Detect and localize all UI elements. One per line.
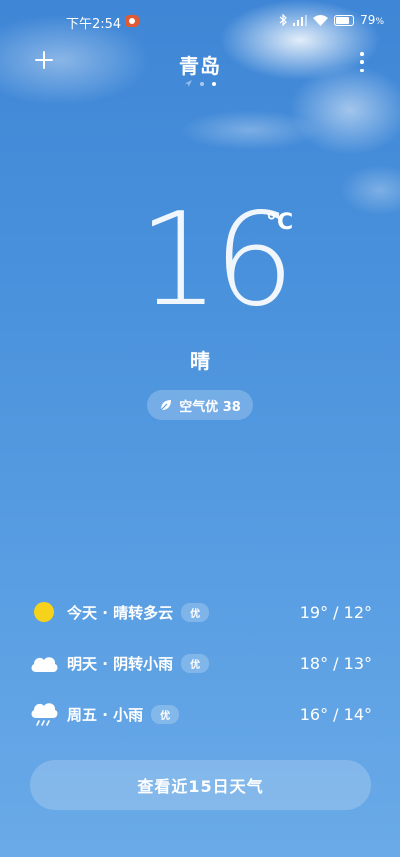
battery-percent: 79% <box>360 13 384 27</box>
cloud-icon <box>30 649 58 677</box>
signal-icon <box>293 14 308 26</box>
more-dot <box>360 52 364 56</box>
page-dot-active <box>211 81 216 86</box>
forecast-label: 今天 · 晴转多云 <box>67 603 174 622</box>
forecast-temp: 18° / 13° <box>299 653 372 673</box>
page-indicator <box>0 80 400 87</box>
current-condition: 晴 <box>190 349 210 373</box>
more-dot <box>360 68 364 72</box>
air-quality-badge[interactable]: 空气优 38 <box>147 390 253 420</box>
status-icons: 79% <box>279 13 384 27</box>
leaf-icon <box>160 400 172 411</box>
forecast-row-tomorrow[interactable]: 明天 · 阴转小雨 优 18° / 13° <box>30 645 372 681</box>
forecast-row-friday[interactable]: 周五 · 小雨 优 16° / 14° <box>30 696 372 732</box>
wifi-icon <box>313 14 329 26</box>
status-bar: 下午2:54 79% <box>0 0 400 44</box>
forecast-label: 周五 · 小雨 <box>67 705 144 724</box>
rain-cloud-icon <box>30 700 58 728</box>
page-dot <box>199 81 204 86</box>
forecast-aqi-badge: 优 <box>181 602 210 622</box>
air-quality-label: 空气优 38 <box>179 399 241 415</box>
status-time: 下午2:54 <box>66 17 122 32</box>
forecast-row-today[interactable]: 今天 · 晴转多云 优 19° / 12° <box>30 594 372 630</box>
temperature-unit: °C <box>266 210 294 235</box>
battery-icon <box>334 14 355 26</box>
view-15-day-forecast-button[interactable]: 查看近15日天气 <box>30 760 371 810</box>
more-menu-button[interactable] <box>358 52 366 72</box>
forecast-aqi-badge: 优 <box>181 653 210 673</box>
forecast-label: 明天 · 阴转小雨 <box>67 654 174 673</box>
forecast-temp: 19° / 12° <box>299 602 372 622</box>
bluetooth-icon <box>279 14 288 26</box>
screen-record-icon <box>125 15 139 27</box>
location-arrow-icon <box>184 80 192 87</box>
city-name[interactable]: 青岛 <box>0 50 400 79</box>
forecast-temp: 16° / 14° <box>299 704 372 724</box>
sun-icon <box>30 598 58 626</box>
more-dot <box>360 60 364 64</box>
forecast-aqi-badge: 优 <box>151 704 180 724</box>
